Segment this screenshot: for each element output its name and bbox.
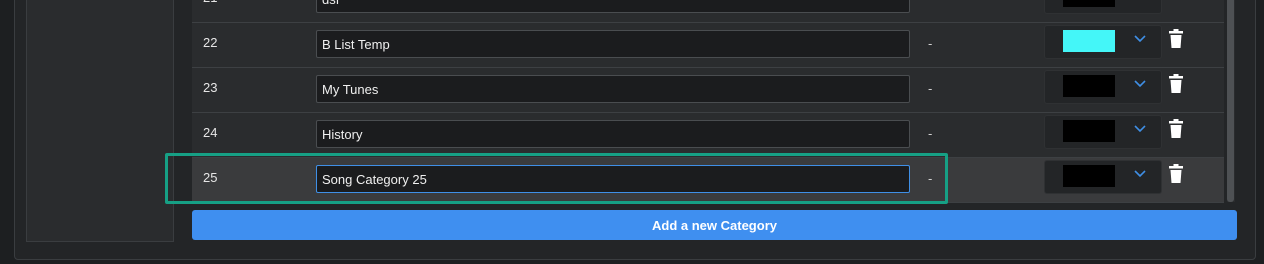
- color-swatch: [1063, 0, 1115, 7]
- category-name-input[interactable]: [316, 165, 910, 193]
- trash-icon[interactable]: [1168, 29, 1184, 49]
- sidebar: [26, 0, 174, 242]
- table-row-selected: 25 -: [192, 158, 1224, 203]
- chevron-down-icon: [1134, 35, 1146, 43]
- color-select[interactable]: [1044, 0, 1162, 14]
- category-dash: -: [928, 36, 933, 51]
- scrollbar-thumb[interactable]: [1227, 0, 1234, 202]
- chevron-down-icon: [1134, 80, 1146, 88]
- category-name-input[interactable]: [316, 75, 910, 103]
- row-number: 25: [203, 170, 218, 185]
- category-dash: -: [928, 81, 933, 96]
- category-dash: -: [928, 171, 933, 186]
- chevron-down-icon: [1134, 170, 1146, 178]
- table-row: 23 -: [192, 68, 1224, 113]
- color-select[interactable]: [1044, 25, 1162, 59]
- color-swatch: [1063, 30, 1115, 52]
- color-select[interactable]: [1044, 160, 1162, 194]
- row-number: 23: [203, 80, 218, 95]
- row-number: 22: [203, 35, 218, 50]
- color-swatch: [1063, 165, 1115, 187]
- color-swatch: [1063, 120, 1115, 142]
- table-row: 24 -: [192, 113, 1224, 158]
- row-number: 24: [203, 125, 218, 140]
- trash-icon[interactable]: [1168, 119, 1184, 139]
- table-row: 21: [192, 0, 1224, 23]
- color-select[interactable]: [1044, 70, 1162, 104]
- category-name-input[interactable]: [316, 0, 910, 13]
- chevron-down-icon: [1134, 125, 1146, 133]
- table-row: 22 -: [192, 23, 1224, 68]
- add-category-button[interactable]: Add a new Category: [192, 210, 1237, 240]
- row-number: 21: [203, 0, 217, 5]
- trash-icon[interactable]: [1168, 74, 1184, 94]
- color-select[interactable]: [1044, 115, 1162, 149]
- category-name-input[interactable]: [316, 30, 910, 58]
- color-swatch: [1063, 75, 1115, 97]
- trash-icon[interactable]: [1168, 164, 1184, 184]
- category-name-input[interactable]: [316, 120, 910, 148]
- categories-table: 21 22 - 23 -: [192, 0, 1224, 203]
- category-dash: -: [928, 126, 933, 141]
